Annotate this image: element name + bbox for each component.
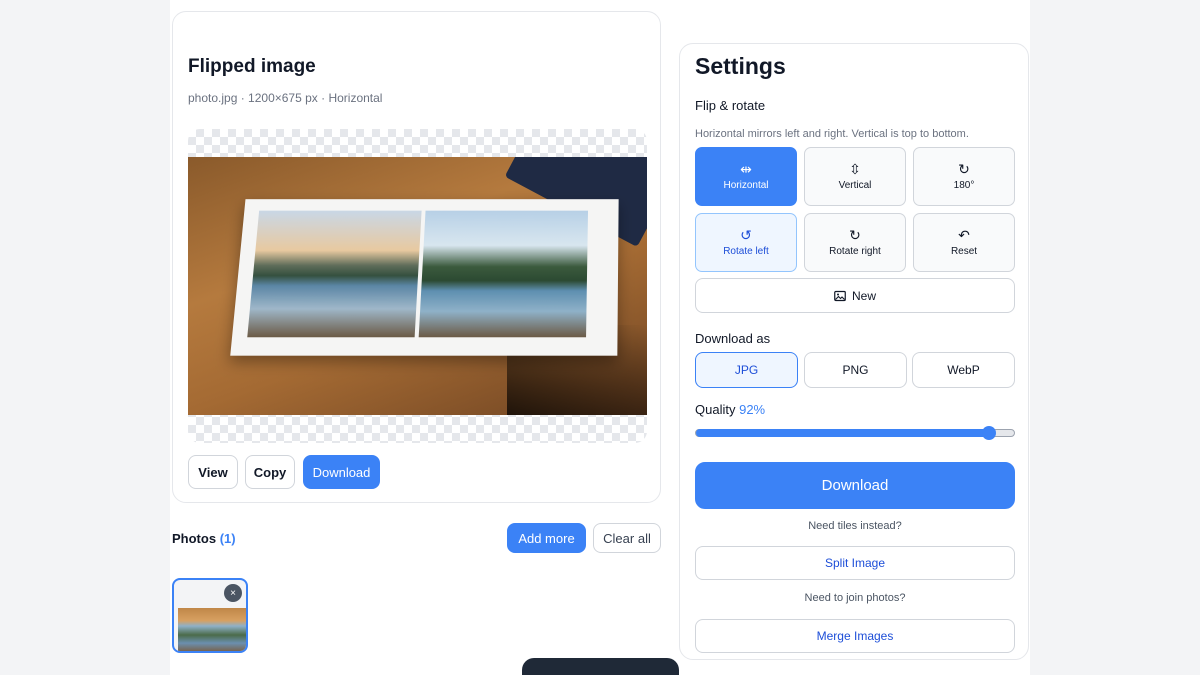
format-webp-button[interactable]: WebP <box>912 352 1015 388</box>
tile-label: Reset <box>950 246 978 257</box>
format-png-button[interactable]: PNG <box>804 352 907 388</box>
tile-label: Rotate left <box>723 246 769 257</box>
tile-label: Vertical <box>838 180 872 191</box>
photo-thumbnail[interactable]: × <box>172 578 248 653</box>
photo-print <box>230 199 619 356</box>
flip-horizontal-icon: ⇹ <box>740 161 752 177</box>
preview-title: Flipped image <box>188 56 316 77</box>
quality-value: 92% <box>739 402 766 417</box>
flipped-photo <box>188 157 647 415</box>
rotate-180-button[interactable]: ↻ 180° <box>913 147 1015 206</box>
new-label: New <box>851 288 876 303</box>
settings-panel: Settings Flip & rotate Horizontal mirror… <box>679 43 1029 660</box>
tiles-hint: Need tiles instead? <box>808 520 902 532</box>
add-more-button[interactable]: Add more <box>507 523 586 553</box>
rotate-180-icon: ↻ <box>958 161 970 177</box>
split-image-button[interactable]: Split Image <box>695 546 1015 580</box>
tile-label: 180° <box>953 180 975 191</box>
rotate-left-icon: ↺ <box>740 227 752 243</box>
download-button[interactable]: Download <box>695 462 1015 509</box>
copy-button[interactable]: Copy <box>245 455 295 489</box>
reset-icon: ↶ <box>958 227 970 243</box>
photos-label: Photos <box>172 531 217 546</box>
join-hint: Need to join photos? <box>804 592 906 604</box>
rotate-right-button[interactable]: ↻ Rotate right <box>804 213 906 272</box>
flip-hint: Horizontal mirrors left and right. Verti… <box>695 128 969 140</box>
quality-slider[interactable] <box>695 426 1015 440</box>
quality-slider-fill <box>696 429 989 437</box>
thumbnail-image <box>178 608 246 651</box>
tile-label: Horizontal <box>723 180 769 191</box>
quality-label: Quality <box>695 402 736 417</box>
clear-all-button[interactable]: Clear all <box>593 523 661 553</box>
image-icon <box>834 290 846 301</box>
tile-label: Rotate right <box>829 246 881 257</box>
new-image-button[interactable]: New <box>695 278 1015 313</box>
settings-title: Settings <box>695 53 786 79</box>
quality-heading: Quality 92% <box>695 402 765 417</box>
flip-vertical-icon: ⇳ <box>849 161 861 177</box>
rotate-left-button[interactable]: ↺ Rotate left <box>695 213 797 272</box>
photo-print-left <box>247 210 422 338</box>
download-button-small[interactable]: Download <box>303 455 380 489</box>
floating-toolbar[interactable] <box>522 658 679 675</box>
photos-count: (1) <box>219 531 236 546</box>
merge-images-button[interactable]: Merge Images <box>695 619 1015 653</box>
rotate-right-icon: ↻ <box>849 227 861 243</box>
image-canvas <box>188 129 647 443</box>
reset-button[interactable]: ↶ Reset <box>913 213 1015 272</box>
flip-vertical-button[interactable]: ⇳ Vertical <box>804 147 906 206</box>
preview-card: Flipped image photo.jpg · 1200×675 px · … <box>172 11 661 503</box>
quality-slider-knob[interactable] <box>981 426 996 440</box>
view-button[interactable]: View <box>188 455 238 489</box>
remove-photo-icon[interactable]: × <box>224 584 242 602</box>
preview-meta: photo.jpg · 1200×675 px · Horizontal <box>188 91 383 105</box>
download-as-heading: Download as <box>695 331 771 346</box>
flip-horizontal-button[interactable]: ⇹ Horizontal <box>695 147 797 206</box>
flip-rotate-heading: Flip & rotate <box>695 98 766 113</box>
photos-heading: Photos (1) <box>172 531 236 546</box>
photo-print-right <box>418 210 589 338</box>
format-jpg-button[interactable]: JPG <box>695 352 798 388</box>
